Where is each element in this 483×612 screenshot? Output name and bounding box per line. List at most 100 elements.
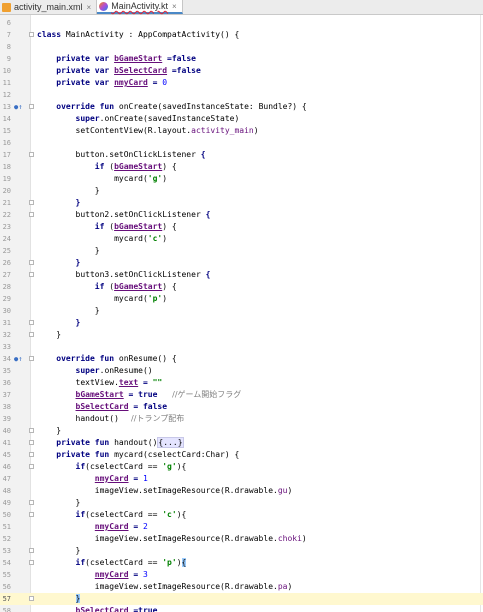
code-line[interactable]: 20 } [0,185,483,197]
code-line[interactable]: 33 [0,341,483,353]
code-token: 3 [142,570,148,579]
fold-toggle-icon[interactable] [29,596,34,601]
code-line[interactable]: 46 if(cselectCard == 'g'){ [0,461,483,473]
code-line[interactable]: 15 setContentView(R.layout.activity_main… [0,125,483,137]
code-token: textView. [37,378,119,387]
code-text: private var bGameStart =false [37,53,196,65]
tab-mainactivity-kt[interactable]: MainActivity.kt × [97,0,183,14]
code-line[interactable]: 10 private var bSelectCard =false [0,65,483,77]
code-line[interactable]: 53 } [0,545,483,557]
fold-toggle-icon[interactable] [29,512,34,517]
code-line[interactable]: 19 mycard('g') [0,173,483,185]
fold-toggle-icon[interactable] [29,332,34,337]
code-line[interactable]: 32 } [0,329,483,341]
code-editor[interactable]: 6 7 class MainActivity : AppCompatActivity… [0,15,483,612]
code-line[interactable]: 27 button3.setOnClickListener { [0,269,483,281]
code-line[interactable]: 37 bGameStart = true //ゲーム開始フラグ [0,389,483,401]
fold-toggle-icon[interactable] [29,464,34,469]
code-line[interactable]: 34 ●↑ override fun onResume() { [0,353,483,365]
fold-toggle-icon[interactable] [29,260,34,265]
close-icon[interactable]: × [172,2,177,11]
override-marker-icon[interactable]: ●↑ [14,353,22,365]
code-line[interactable]: 54 if(cselectCard == 'p'){ [0,557,483,569]
tab-activity-main-xml[interactable]: activity_main.xml × [0,0,98,14]
line-number: 27 [2,271,11,279]
code-token: bGameStart [75,390,124,399]
code-line[interactable]: 36 textView.text = "" [0,377,483,389]
code-line[interactable]: 23 if (bGameStart) { [0,221,483,233]
code-line[interactable]: 7 class MainActivity : AppCompatActivity(… [0,29,483,41]
line-number: 36 [2,379,11,387]
fold-toggle-icon[interactable] [29,452,34,457]
fold-toggle-icon[interactable] [29,500,34,505]
code-token: = [147,78,163,87]
code-line[interactable]: 8 [0,41,483,53]
line-number: 28 [2,283,11,291]
code-line[interactable]: 35 super.onResume() [0,365,483,377]
fold-toggle-icon[interactable] [29,320,34,325]
code-line[interactable]: 51 nmyCard = 2 [0,521,483,533]
line-number: 9 [6,55,11,63]
code-token: = [138,378,153,387]
code-token: nmyCard [94,522,129,531]
code-line[interactable]: 38 bSelectCard = false [0,401,483,413]
code-token: { [205,210,211,219]
code-line[interactable]: 18 if (bGameStart) { [0,161,483,173]
fold-toggle-icon[interactable] [29,104,34,109]
code-line[interactable]: 6 [0,17,483,29]
code-line[interactable]: 50 if(cselectCard == 'c'){ [0,509,483,521]
code-line[interactable]: 39 handout() //トランプ配布 [0,413,483,425]
code-line[interactable]: 28 if (bGameStart) { [0,281,483,293]
code-token: ) [287,582,293,591]
line-number: 40 [2,427,11,435]
code-line[interactable]: 31 } [0,317,483,329]
fold-toggle-icon[interactable] [29,560,34,565]
code-line[interactable]: 25 } [0,245,483,257]
code-line[interactable]: 16 [0,137,483,149]
fold-toggle-icon[interactable] [29,212,34,217]
code-line[interactable]: 48 imageView.setImageResource(R.drawable… [0,485,483,497]
fold-toggle-icon[interactable] [29,152,34,157]
code-line[interactable]: 47 nmyCard = 1 [0,473,483,485]
code-token: super [75,114,100,123]
fold-toggle-icon[interactable] [29,440,34,445]
code-token: bSelectCard [114,66,168,75]
code-token: super [75,366,100,375]
code-line[interactable]: 26 } [0,257,483,269]
code-line[interactable]: 41 private fun handout(){...} [0,437,483,449]
code-line[interactable]: 14 super.onCreate(savedInstanceState) [0,113,483,125]
line-number: 15 [2,127,11,135]
code-token: handout() [37,414,129,423]
code-line[interactable]: 12 [0,89,483,101]
code-line[interactable]: 24 mycard('c') [0,233,483,245]
code-line[interactable]: 40 } [0,425,483,437]
line-number: 58 [2,607,11,612]
code-line[interactable]: 55 nmyCard = 3 [0,569,483,581]
code-line[interactable]: 21 } [0,197,483,209]
fold-toggle-icon[interactable] [29,200,34,205]
code-line[interactable]: 57 } [0,593,483,605]
code-line[interactable]: 29 mycard('p') [0,293,483,305]
code-line[interactable]: 22 button2.setOnClickListener { [0,209,483,221]
code-line[interactable]: 45 private fun mycard(cselectCard:Char) … [0,449,483,461]
code-line[interactable]: 56 imageView.setImageResource(R.drawable… [0,581,483,593]
code-line[interactable]: 58 bSelectCard =true [0,605,483,612]
code-line[interactable]: 49 } [0,497,483,509]
code-token: ) { [162,222,177,231]
code-token: =false [167,66,201,75]
fold-toggle-icon[interactable] [29,548,34,553]
close-icon[interactable]: × [87,3,92,12]
fold-toggle-icon[interactable] [29,356,34,361]
fold-toggle-icon[interactable] [29,428,34,433]
code-line[interactable]: 11 private var nmyCard = 0 [0,77,483,89]
override-marker-icon[interactable]: ●↑ [14,101,22,113]
fold-toggle-icon[interactable] [29,272,34,277]
code-line[interactable]: 9 private var bGameStart =false [0,53,483,65]
code-line[interactable]: 30 } [0,305,483,317]
code-line[interactable]: 13 ●↑ override fun onCreate(savedInstance… [0,101,483,113]
code-line[interactable]: 52 imageView.setImageResource(R.drawable… [0,533,483,545]
code-line[interactable]: 17 button.setOnClickListener { [0,149,483,161]
fold-toggle-icon[interactable] [29,32,34,37]
